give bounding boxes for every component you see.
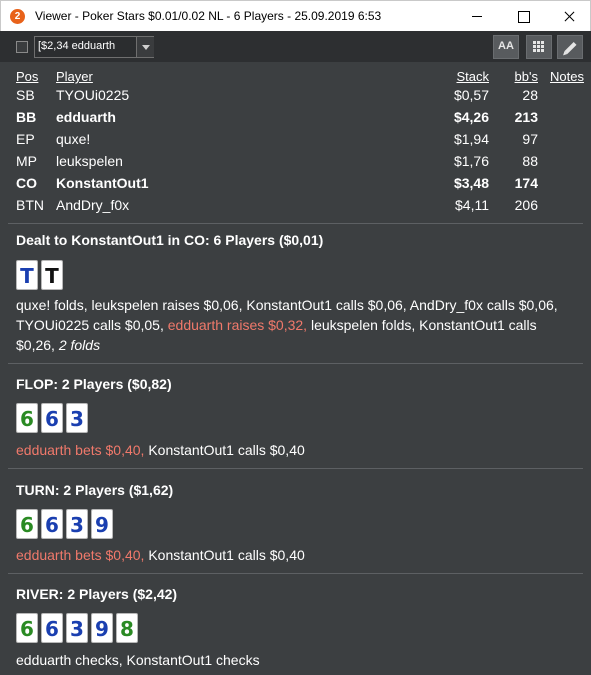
window-title: Viewer - Poker Stars $0.01/0.02 NL - 6 P… [35, 9, 382, 23]
playing-card: 9 [91, 613, 113, 643]
river-actions: edduarth checks, KonstantOut1 checks [16, 650, 576, 670]
table-row: BB edduarth $4,26 213 [0, 109, 591, 131]
row-player: KonstantOut1 [56, 175, 149, 191]
row-stack: $0,57 [453, 87, 489, 103]
row-position: SB [16, 87, 35, 103]
preflop-actions: quxe! folds, leukspelen raises $0,06, Ko… [16, 295, 576, 355]
card-rank: 9 [95, 513, 109, 537]
row-position: EP [16, 131, 35, 147]
title-bar: 2 Viewer - Poker Stars $0.01/0.02 NL - 6… [0, 0, 591, 31]
playing-card: 3 [66, 613, 88, 643]
playing-card: T [41, 260, 63, 290]
row-position: BTN [16, 197, 44, 213]
player-select[interactable]: [$2,34 edduarth [34, 36, 154, 58]
playing-card: 3 [66, 403, 88, 433]
card-rank: T [20, 264, 34, 288]
action-text: edduarth bets $0,40, [16, 442, 145, 458]
action-text: 2 folds [58, 337, 101, 353]
card-rank: 6 [20, 617, 34, 641]
header-pos[interactable]: Pos [16, 69, 38, 84]
card-rank: 9 [95, 617, 109, 641]
playing-card: 6 [16, 403, 38, 433]
action-text: KonstantOut1 calls $0,40 [144, 547, 305, 563]
card-rank: 3 [70, 407, 84, 431]
maximize-button[interactable] [500, 1, 546, 31]
row-player: quxe! [56, 131, 91, 147]
card-rank: 3 [70, 513, 84, 537]
row-position: CO [16, 175, 37, 191]
table-row: BTN AndDry_f0x $4,11 206 [0, 197, 591, 219]
card-rank: T [45, 264, 59, 288]
font-size-icon: AA [498, 40, 514, 52]
font-size-button[interactable]: AA [493, 35, 519, 59]
row-bbs: 97 [522, 131, 538, 147]
header-bbs[interactable]: bb's [500, 69, 538, 84]
action-text: edduarth checks, KonstantOut1 checks [16, 652, 260, 668]
card-rank: 6 [20, 407, 34, 431]
row-stack: $3,48 [453, 175, 489, 191]
row-stack: $1,94 [453, 131, 489, 147]
playing-card: T [16, 260, 38, 290]
playing-card: 6 [16, 613, 38, 643]
card-rank: 3 [70, 617, 84, 641]
row-stack: $4,26 [453, 109, 489, 125]
table-row: CO KonstantOut1 $3,48 174 [0, 175, 591, 197]
row-bbs: 174 [514, 175, 538, 191]
section-divider [8, 468, 583, 469]
row-player: AndDry_f0x [56, 197, 130, 213]
card-rank: 6 [45, 617, 59, 641]
table-row: EP quxe! $1,94 97 [0, 131, 591, 153]
header-player[interactable]: Player [56, 69, 93, 84]
row-stack: $4,11 [455, 197, 489, 213]
preflop-title: Dealt to KonstantOut1 in CO: 6 Players (… [16, 232, 324, 248]
hand-checkbox[interactable] [16, 41, 28, 53]
playing-card: 6 [41, 613, 63, 643]
player-select-value: [$2,34 edduarth [38, 40, 116, 52]
row-position: MP [16, 153, 37, 169]
action-text: edduarth raises $0,32, [167, 317, 308, 333]
row-bbs: 88 [522, 153, 538, 169]
playing-card: 6 [41, 403, 63, 433]
section-divider [8, 363, 583, 364]
edit-button[interactable] [557, 35, 583, 59]
flop-title: FLOP: 2 Players ($0,82) [16, 376, 172, 392]
row-player: TYOUi0225 [56, 87, 130, 103]
row-bbs: 213 [514, 109, 538, 125]
action-text: edduarth bets $0,40, [16, 547, 145, 563]
section-divider [8, 573, 583, 574]
playing-card: 6 [16, 509, 38, 539]
row-bbs: 28 [522, 87, 538, 103]
card-rank: 6 [45, 513, 59, 537]
table-row: MP leukspelen $1,76 88 [0, 153, 591, 175]
turn-actions: edduarth bets $0,40, KonstantOut1 calls … [16, 545, 576, 565]
card-rank: 8 [120, 617, 134, 641]
playing-card: 6 [41, 509, 63, 539]
row-player: edduarth [56, 109, 116, 125]
chevron-down-icon[interactable] [136, 37, 154, 57]
pencil-icon [564, 41, 577, 55]
playing-card: 3 [66, 509, 88, 539]
table-row: SB TYOUi0225 $0,57 28 [0, 87, 591, 109]
card-rank: 6 [45, 407, 59, 431]
action-text: KonstantOut1 calls $0,40 [144, 442, 305, 458]
playing-card: 9 [91, 509, 113, 539]
app-icon: 2 [10, 9, 25, 24]
grid-icon [533, 41, 545, 53]
turn-title: TURN: 2 Players ($1,62) [16, 482, 174, 498]
card-rank: 6 [20, 513, 34, 537]
playing-card: 8 [116, 613, 138, 643]
river-title: RIVER: 2 Players ($2,42) [16, 586, 178, 602]
minimize-button[interactable] [454, 1, 500, 31]
header-notes[interactable]: Notes [550, 69, 584, 84]
app-icon-label: 2 [14, 11, 21, 22]
close-button[interactable] [546, 1, 591, 31]
grid-view-button[interactable] [526, 35, 552, 59]
row-bbs: 206 [514, 197, 538, 213]
section-divider [8, 223, 583, 224]
row-position: BB [16, 109, 37, 125]
row-stack: $1,76 [453, 153, 489, 169]
header-stack[interactable]: Stack [430, 69, 489, 84]
flop-actions: edduarth bets $0,40, KonstantOut1 calls … [16, 440, 576, 460]
row-player: leukspelen [56, 153, 123, 169]
